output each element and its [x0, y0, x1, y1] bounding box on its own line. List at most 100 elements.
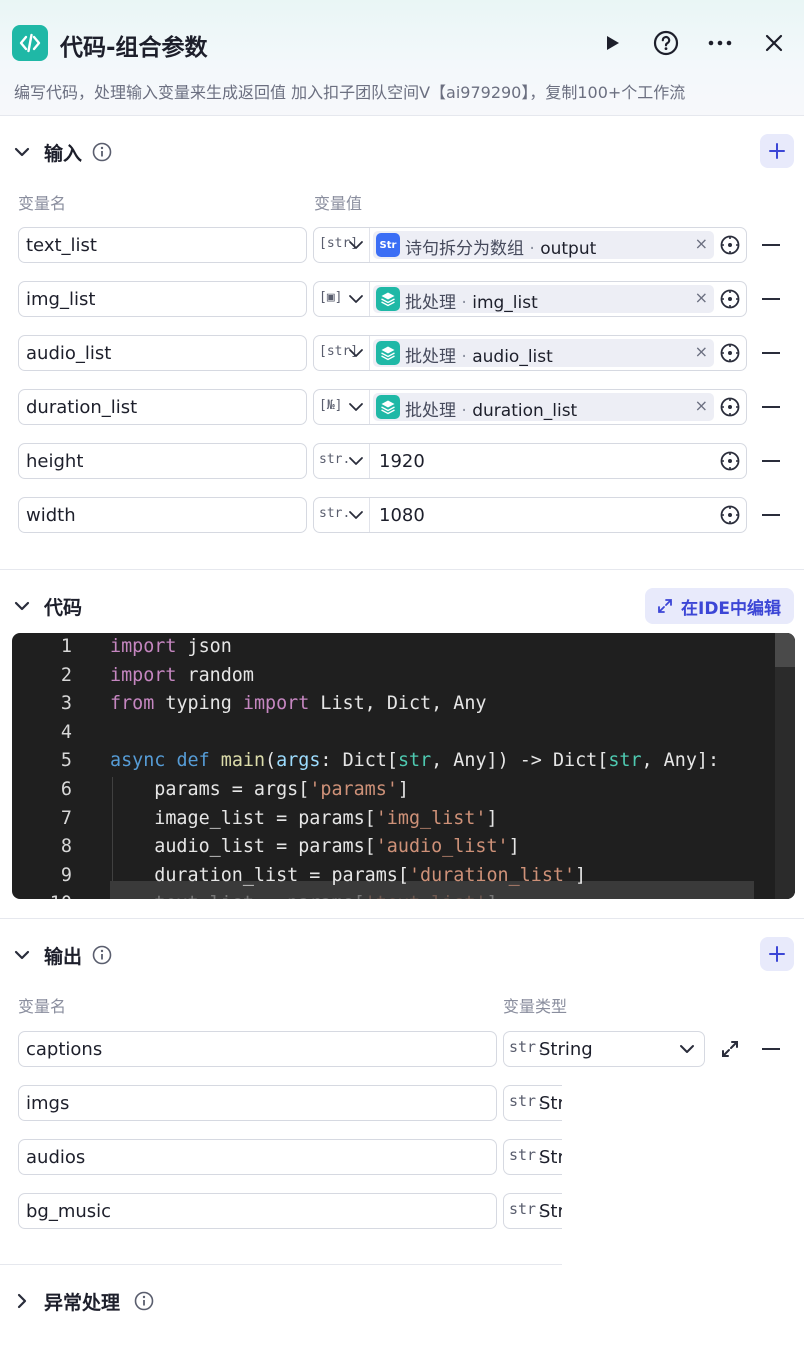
- variable-picker-icon[interactable]: [720, 451, 740, 471]
- input-name-field[interactable]: height: [18, 443, 307, 479]
- chevron-down-icon: [349, 241, 363, 249]
- code-line[interactable]: 1 import json: [12, 633, 772, 661]
- remove-input-button[interactable]: [762, 406, 780, 408]
- batch-node-icon: [376, 395, 400, 419]
- remove-input-button[interactable]: [762, 352, 780, 354]
- variable-picker-icon[interactable]: [720, 235, 740, 255]
- output-name-field[interactable]: bg_music: [18, 1193, 497, 1229]
- run-icon[interactable]: [596, 26, 628, 60]
- code-node-icon: [12, 25, 48, 61]
- code-editor[interactable]: 1 import json 2 import random 3 from typing i…: [12, 633, 795, 899]
- code-text: audio_list = params['audio_list']: [110, 836, 520, 858]
- input-name-field[interactable]: width: [18, 497, 307, 533]
- batch-node-icon: [376, 287, 400, 311]
- input-name-field[interactable]: duration_list: [18, 389, 307, 425]
- chevron-down-icon[interactable]: [12, 596, 32, 616]
- code-line[interactable]: 7 image_list = params['img_list']: [12, 805, 772, 833]
- output-name-field[interactable]: imgs: [18, 1085, 497, 1121]
- literal-value[interactable]: 1080: [379, 505, 425, 526]
- reference-field: img_list: [472, 293, 538, 313]
- info-icon[interactable]: [92, 142, 112, 162]
- remove-input-button[interactable]: [762, 460, 780, 462]
- line-number: 6: [60, 779, 72, 800]
- variable-picker-icon[interactable]: [720, 343, 740, 363]
- chevron-down-icon[interactable]: [678, 1040, 696, 1058]
- input-value-field[interactable]: [▣] 批处理 · img_list ×: [313, 281, 747, 317]
- info-icon[interactable]: [92, 945, 112, 965]
- input-value-field[interactable]: str. 1920: [313, 443, 747, 479]
- editor-scrollbar[interactable]: [775, 633, 795, 899]
- input-name-field[interactable]: img_list: [18, 281, 307, 317]
- type-select[interactable]: [str]: [314, 228, 370, 262]
- code-line[interactable]: 2 import random: [12, 662, 772, 690]
- remove-output-button[interactable]: [762, 1048, 780, 1050]
- remove-input-button[interactable]: [762, 298, 780, 300]
- editor-scroll-thumb[interactable]: [775, 633, 795, 667]
- input-name-value: width: [26, 505, 76, 526]
- code-line[interactable]: 10 text_list = params['text_list']: [12, 890, 772, 899]
- node-description[interactable]: 编写代码，处理输入变量来生成返回值 加入扣子团队空间V【ai979290】，复制…: [14, 79, 685, 103]
- output-name-field[interactable]: captions: [18, 1031, 497, 1067]
- node-title[interactable]: 代码-组合参数: [60, 28, 208, 62]
- input-value-field[interactable]: str. 1080: [313, 497, 747, 533]
- add-output-button[interactable]: [760, 937, 794, 971]
- help-icon[interactable]: [650, 26, 682, 60]
- more-icon[interactable]: [704, 26, 736, 60]
- expand-icon[interactable]: [720, 1039, 740, 1059]
- code-section-header[interactable]: 代码 在IDE中编辑: [0, 588, 804, 628]
- add-input-button[interactable]: [760, 134, 794, 168]
- input-section-header[interactable]: 输入: [0, 134, 804, 174]
- line-number: 1: [60, 636, 72, 657]
- code-line[interactable]: 3 from typing import List, Dict, Any: [12, 690, 772, 718]
- output-type-select[interactable]: str. String: [503, 1031, 705, 1067]
- remove-input-button[interactable]: [762, 244, 780, 246]
- input-value-field[interactable]: [str] Str 诗句拆分为数组 · output ×: [313, 227, 747, 263]
- chevron-right-icon[interactable]: [12, 1291, 32, 1311]
- reference-source: 批处理: [405, 401, 456, 421]
- type-select[interactable]: str.: [314, 498, 370, 532]
- remove-input-button[interactable]: [762, 514, 780, 516]
- output-name-field[interactable]: audios: [18, 1139, 497, 1175]
- error-section-header[interactable]: 异常处理: [0, 1283, 804, 1323]
- literal-value[interactable]: 1920: [379, 451, 425, 472]
- variable-picker-icon[interactable]: [720, 505, 740, 525]
- input-value-field[interactable]: [str] 批处理 · audio_list ×: [313, 335, 747, 371]
- clear-reference-icon[interactable]: ×: [695, 396, 708, 415]
- variable-picker-icon[interactable]: [720, 289, 740, 309]
- type-select[interactable]: [№]: [314, 390, 370, 424]
- type-select[interactable]: [▣]: [314, 282, 370, 316]
- type-select[interactable]: str.: [314, 444, 370, 478]
- output-section-header[interactable]: 输出: [0, 937, 804, 977]
- input-name-value: audio_list: [26, 343, 112, 364]
- output-name-value: bg_music: [26, 1201, 112, 1222]
- code-line[interactable]: 8 audio_list = params['audio_list']: [12, 833, 772, 861]
- variable-reference-chip[interactable]: 批处理 · img_list ×: [373, 285, 714, 313]
- variable-reference-chip[interactable]: Str 诗句拆分为数组 · output ×: [373, 231, 714, 259]
- clear-reference-icon[interactable]: ×: [695, 342, 708, 361]
- input-name-field[interactable]: audio_list: [18, 335, 307, 371]
- info-icon[interactable]: [134, 1291, 154, 1311]
- code-line[interactable]: 5 async def main(args: Dict[str, Any]) ->…: [12, 747, 772, 775]
- code-section-title: 代码: [44, 597, 83, 619]
- close-icon[interactable]: [758, 26, 790, 60]
- chevron-down-icon[interactable]: [12, 945, 32, 965]
- section-divider: [0, 569, 804, 570]
- input-col-name-label: 变量名: [18, 194, 67, 213]
- variable-reference-chip[interactable]: 批处理 · audio_list ×: [373, 339, 714, 367]
- reference-separator: ·: [456, 293, 473, 313]
- input-value-field[interactable]: [№] 批处理 · duration_list ×: [313, 389, 747, 425]
- edit-in-ide-button[interactable]: 在IDE中编辑: [645, 588, 794, 624]
- code-line[interactable]: 4: [12, 719, 772, 747]
- code-line[interactable]: 9 duration_list = params['duration_list'…: [12, 862, 772, 890]
- reference-label: 批处理 · audio_list: [405, 342, 553, 367]
- input-name-field[interactable]: text_list: [18, 227, 307, 263]
- chevron-down-icon: [349, 457, 363, 465]
- input-name-value: duration_list: [26, 397, 138, 418]
- variable-reference-chip[interactable]: 批处理 · duration_list ×: [373, 393, 714, 421]
- chevron-down-icon[interactable]: [12, 142, 32, 162]
- code-line[interactable]: 6 params = args['params']: [12, 776, 772, 804]
- clear-reference-icon[interactable]: ×: [695, 288, 708, 307]
- clear-reference-icon[interactable]: ×: [695, 234, 708, 253]
- type-select[interactable]: [str]: [314, 336, 370, 370]
- variable-picker-icon[interactable]: [720, 397, 740, 417]
